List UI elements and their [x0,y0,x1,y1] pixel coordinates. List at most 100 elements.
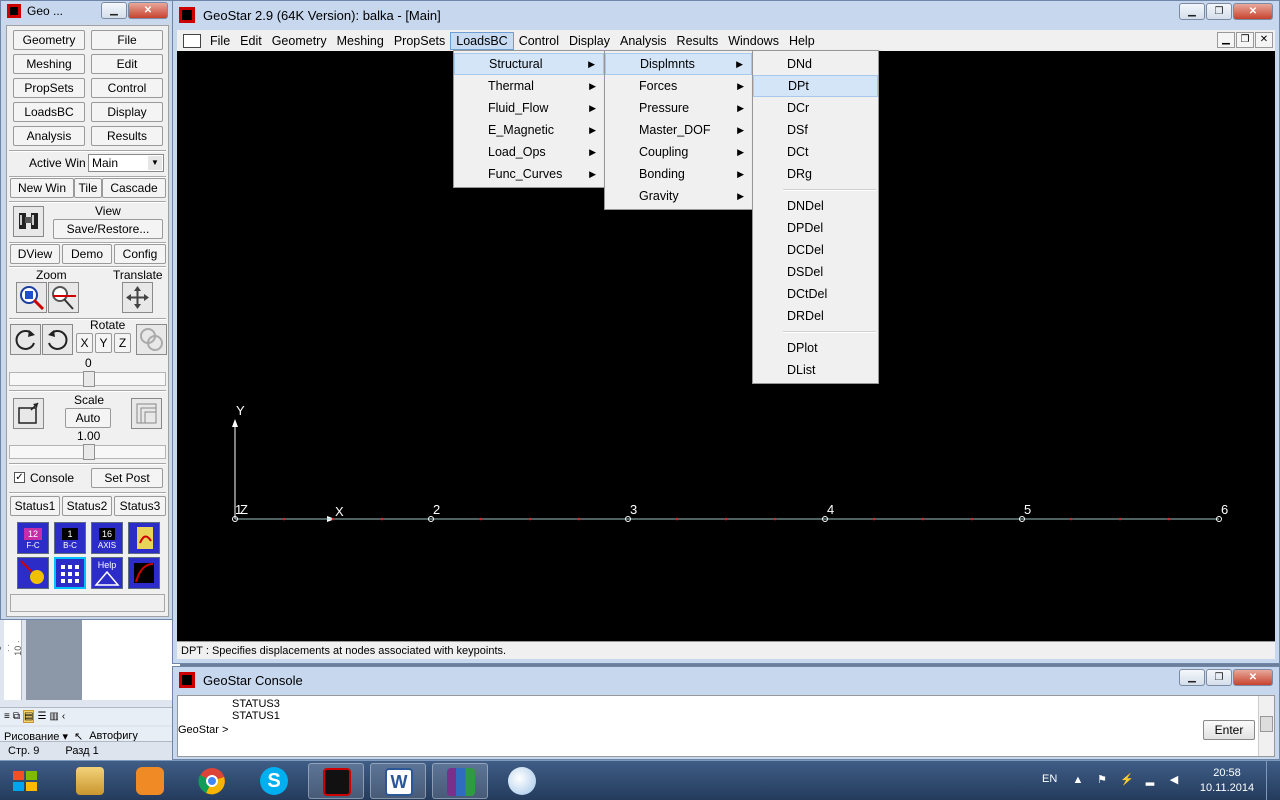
rotate-cw-icon[interactable] [42,324,73,355]
toolbar-close-button[interactable]: ✕ [128,2,168,19]
control-button[interactable]: Control [91,78,163,98]
geometry-button[interactable]: Geometry [13,30,85,50]
new-win-button[interactable]: New Win [10,178,74,198]
curve-tool-icon[interactable] [128,557,160,589]
power-icon[interactable]: ⚡ [1120,774,1134,786]
menu-item-dcdel[interactable]: DCDel [753,239,878,261]
show-desktop-button[interactable] [1266,761,1280,800]
status1-button[interactable]: Status1 [10,496,60,516]
document-icon[interactable] [183,33,201,48]
results-button[interactable]: Results [91,126,163,146]
mdi-minimize-button[interactable]: ▁ [1217,32,1235,48]
loadsbc-button[interactable]: LoadsBC [13,102,85,122]
menu-item-dsf[interactable]: DSf [753,119,878,141]
menu-item-dctdel[interactable]: DCtDel [753,283,878,305]
scale-slider[interactable] [9,444,166,460]
chevron-down-icon[interactable]: ▼ [148,156,162,170]
chrome-taskbar-button[interactable] [184,763,240,799]
action-center-flag-icon[interactable]: ⚑ [1096,774,1108,786]
axis-tool-icon[interactable]: 16 AXIS [91,522,123,554]
main-maximize-button[interactable]: ❐ [1206,3,1232,20]
console-maximize-button[interactable]: ❐ [1206,669,1232,686]
scale-layers-icon[interactable] [131,398,162,429]
scale-auto-button[interactable]: Auto [65,408,111,428]
explorer-taskbar-button[interactable] [62,763,118,799]
menu-analysis[interactable]: Analysis [615,33,672,49]
main-minimize-button[interactable]: ▁ [1179,3,1205,20]
propsets-button[interactable]: PropSets [13,78,85,98]
menu-item-dpdel[interactable]: DPDel [753,217,878,239]
save-restore-button[interactable]: Save/Restore... [53,219,163,239]
axis-y-button[interactable]: Y [95,333,112,353]
translate-icon[interactable] [122,282,153,313]
toolbar-minimize-button[interactable]: ▁ [101,2,127,19]
menu-windows[interactable]: Windows [723,33,784,49]
menu-item-forces[interactable]: Forces ▶ [605,75,752,97]
geostar-taskbar-button[interactable] [308,763,364,799]
paint-taskbar-button[interactable] [494,763,550,799]
menu-item-e-magnetic[interactable]: E_Magnetic ▶ [454,119,604,141]
menu-control[interactable]: Control [514,33,564,49]
rotate-ccw-icon[interactable] [10,324,41,355]
status3-button[interactable]: Status3 [114,496,166,516]
menu-edit[interactable]: Edit [235,33,267,49]
menu-item-fluid-flow[interactable]: Fluid_Flow ▶ [454,97,604,119]
menu-display[interactable]: Display [564,33,615,49]
normal-view-icon[interactable]: ≡ [4,711,10,722]
network-signal-icon[interactable]: ▂ [1144,774,1156,786]
menu-item-structural[interactable]: Structural ▶ [454,53,604,75]
bc-tool-icon[interactable]: 1 B-C [54,522,86,554]
media-taskbar-button[interactable] [122,763,178,799]
menu-item-func-curves[interactable]: Func_Curves ▶ [454,163,604,185]
menu-item-dpt[interactable]: DPt [753,75,878,97]
analysis-button[interactable]: Analysis [13,126,85,146]
zoom-in-icon[interactable] [16,282,47,313]
show-hidden-icons-icon[interactable]: ▲ [1072,774,1084,786]
console-scrollbar[interactable] [1258,696,1274,756]
status2-button[interactable]: Status2 [62,496,112,516]
mdi-close-button[interactable]: ✕ [1255,32,1273,48]
menu-item-dplot[interactable]: DPlot [753,337,878,359]
edit-button[interactable]: Edit [91,54,163,74]
reading-view-icon[interactable]: ▥ [49,711,58,722]
menu-item-dct[interactable]: DCt [753,141,878,163]
print-view-icon[interactable]: ▤ [22,710,35,723]
rotate-slider[interactable] [9,371,166,387]
set-post-button[interactable]: Set Post [91,468,163,488]
plot-tool-icon[interactable] [128,522,160,554]
web-view-icon[interactable]: ⧉ [13,711,20,722]
rotate-3d-icon[interactable] [136,324,167,355]
menu-file[interactable]: File [205,33,235,49]
menu-item-load-ops[interactable]: Load_Ops ▶ [454,141,604,163]
word-taskbar-button[interactable]: W [370,763,426,799]
language-indicator[interactable]: EN [1042,773,1057,785]
volume-icon[interactable]: ◀ [1168,774,1180,786]
menu-item-drdel[interactable]: DRDel [753,305,878,327]
skype-taskbar-button[interactable]: S [246,763,302,799]
meshing-button[interactable]: Meshing [13,54,85,74]
fc-tool-icon[interactable]: 12 F-C [17,522,49,554]
menu-item-pressure[interactable]: Pressure ▶ [605,97,752,119]
outline-view-icon[interactable]: ☰ [37,711,46,722]
slider-thumb[interactable] [83,444,95,460]
menu-item-dsdel[interactable]: DSDel [753,261,878,283]
enter-button[interactable]: Enter [1203,720,1255,740]
menu-item-dnd[interactable]: DNd [753,53,878,75]
file-button[interactable]: File [91,30,163,50]
grid-tool-icon[interactable] [54,557,86,589]
scale-box-icon[interactable] [13,398,44,429]
console-minimize-button[interactable]: ▁ [1179,669,1205,686]
archiver-taskbar-button[interactable] [432,763,488,799]
config-button[interactable]: Config [114,244,166,264]
console-close-button[interactable]: ✕ [1233,669,1273,686]
demo-button[interactable]: Demo [62,244,112,264]
console-checkbox[interactable]: ✓ [14,472,25,483]
mdi-restore-button[interactable]: ❐ [1236,32,1254,48]
menu-propsets[interactable]: PropSets [389,33,450,49]
help-tool-icon[interactable]: Help [91,557,123,589]
axis-z-button[interactable]: Z [114,333,131,353]
scroll-left-icon[interactable]: ‹ [62,711,65,722]
menu-item-coupling[interactable]: Coupling ▶ [605,141,752,163]
menu-item-thermal[interactable]: Thermal ▶ [454,75,604,97]
tile-button[interactable]: Tile [74,178,102,198]
